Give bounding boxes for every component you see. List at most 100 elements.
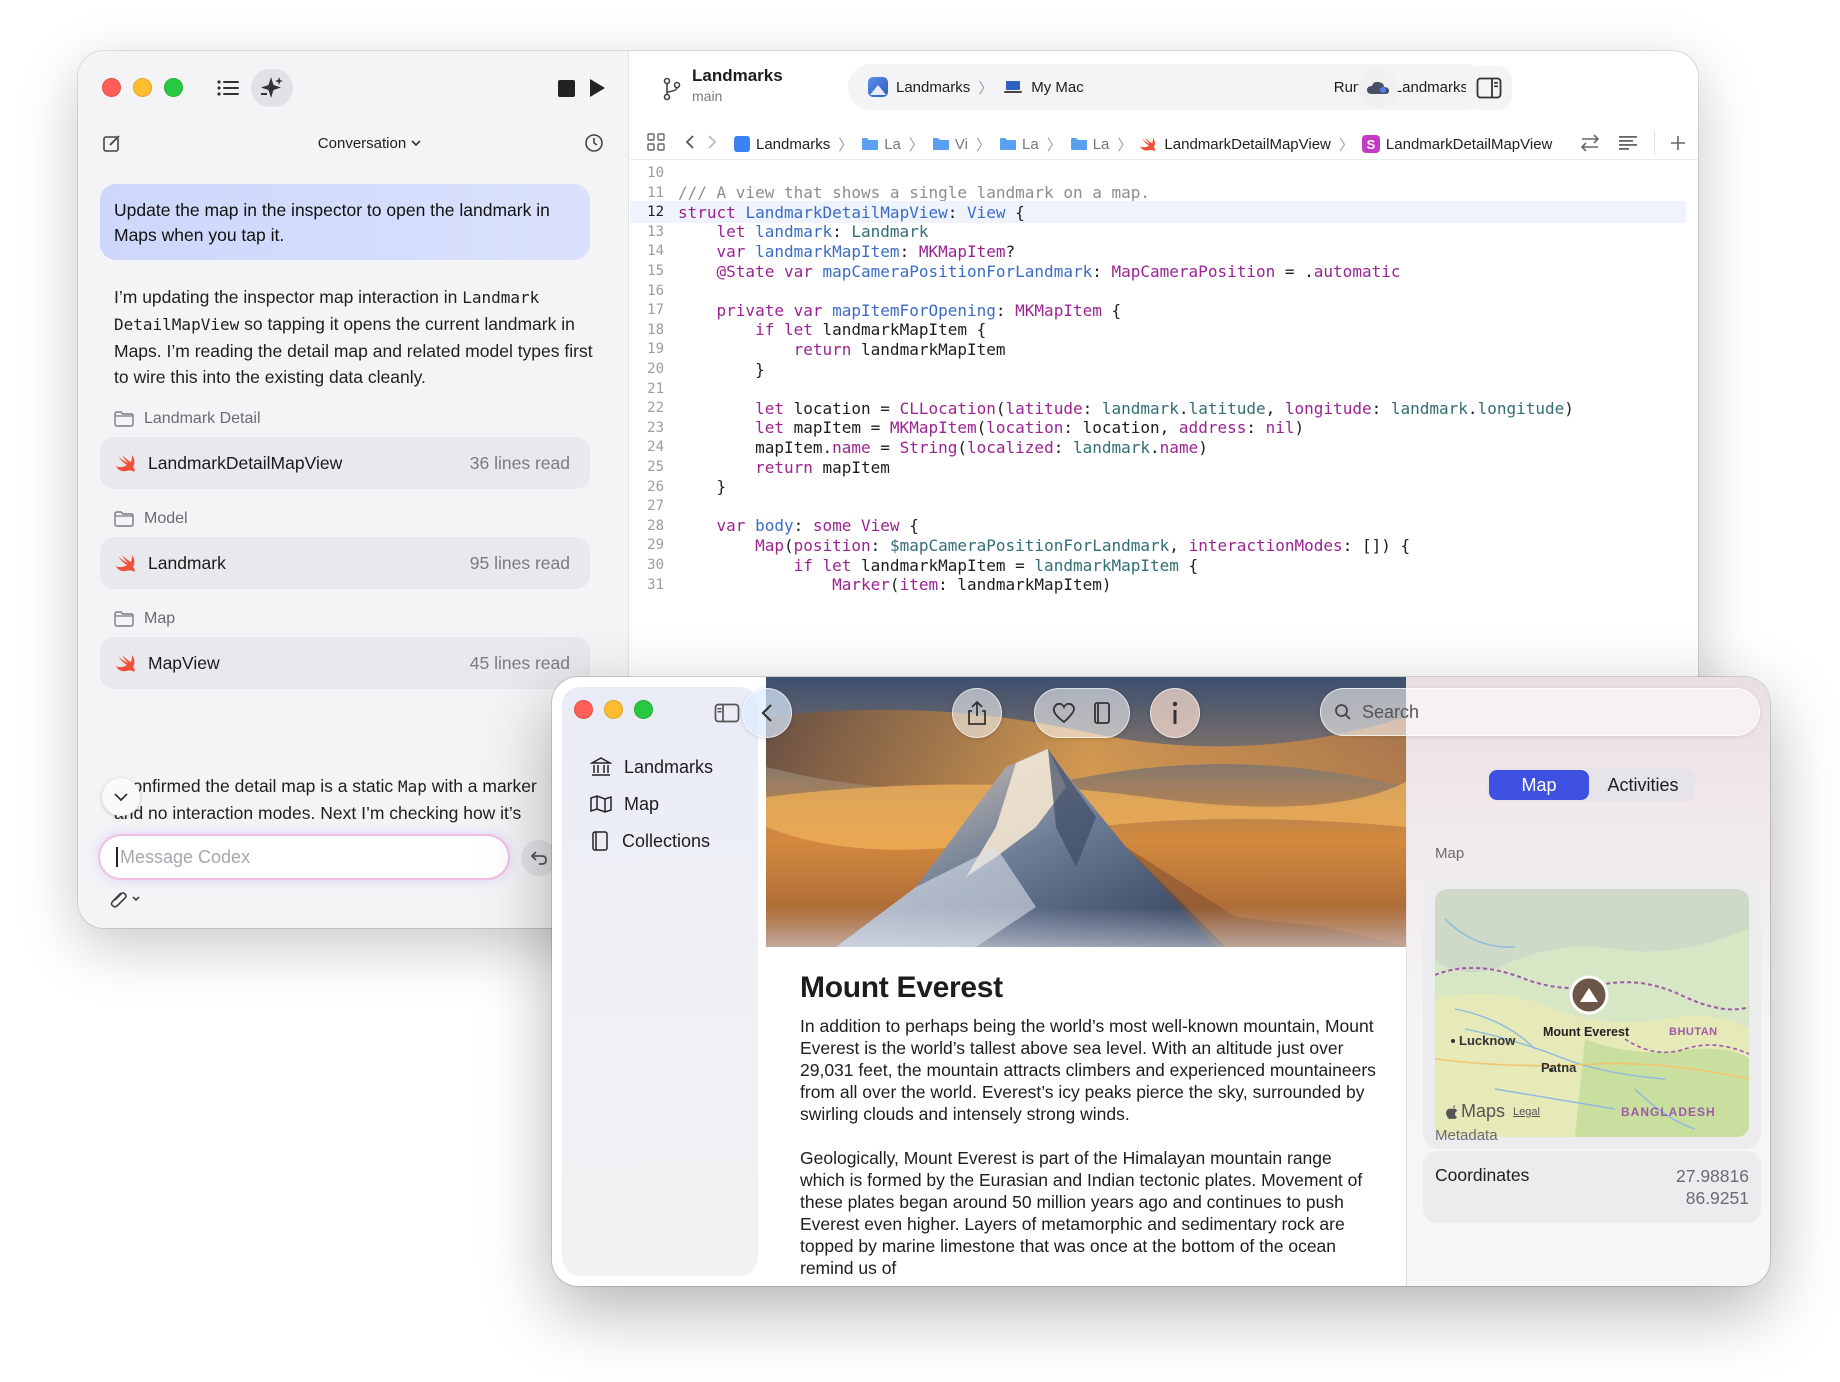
landmarks-app-window: Landmarks Map Collections Mount Everest …: [552, 677, 1770, 1286]
back-button[interactable]: [742, 688, 792, 738]
zoom-window-button[interactable]: [634, 700, 653, 719]
forward-chevron-icon[interactable]: [703, 131, 721, 153]
project-name: Landmarks: [692, 66, 783, 85]
breadcrumb-item[interactable]: La: [999, 136, 1039, 153]
fade-overlay: [78, 821, 628, 837]
destination-selector[interactable]: My Mac: [1003, 79, 1084, 96]
file-read-card[interactable]: Landmark 95 lines read: [100, 537, 590, 589]
book-icon: [592, 831, 608, 851]
favorite-collection-group: [1034, 688, 1130, 738]
building-columns-icon: [590, 757, 612, 776]
code-token: View: [967, 202, 1006, 222]
user-message-bubble: Update the map in the inspector to open …: [100, 184, 590, 260]
zoom-window-button[interactable]: [164, 78, 183, 97]
scroll-to-bottom-button[interactable]: [102, 778, 140, 816]
navigator-list-icon[interactable]: [212, 73, 244, 103]
compare-arrows-icon[interactable]: [1578, 131, 1602, 155]
back-chevron-icon[interactable]: [681, 131, 699, 153]
line-number: 24: [647, 439, 664, 456]
tab-activities[interactable]: Activities: [1593, 770, 1693, 800]
code-token: .: [1467, 398, 1478, 418]
favorite-button[interactable]: [1052, 702, 1076, 724]
code-token: :: [1082, 398, 1102, 418]
line-number: 20: [647, 361, 664, 377]
code-token: location =: [793, 398, 900, 418]
code-token: MKMapItem: [918, 241, 1006, 261]
swift-icon: [116, 555, 135, 572]
landmark-map[interactable]: Lucknow Mount Everest BHUTAN Patna BANGL…: [1435, 889, 1749, 1137]
sidebar-item-collections[interactable]: Collections: [590, 827, 710, 855]
code-token: (: [957, 437, 967, 457]
cloud-status-icon[interactable]: [1358, 68, 1398, 108]
line-number: 18: [647, 321, 664, 338]
code-token: latitude: [1188, 398, 1266, 418]
breadcrumb-item[interactable]: Vi: [932, 136, 968, 153]
code-token: {: [899, 516, 919, 536]
map-label-bhutan: BHUTAN: [1669, 1026, 1718, 1038]
stop-button[interactable]: [553, 75, 579, 101]
breadcrumb-item[interactable]: La: [861, 136, 901, 153]
minimize-window-button[interactable]: [133, 78, 152, 97]
window-controls: [574, 700, 653, 719]
map-label-lucknow: Lucknow: [1459, 1033, 1516, 1048]
legal-link[interactable]: Legal: [1513, 1106, 1540, 1118]
message-input[interactable]: Message Codex: [100, 836, 508, 878]
tab-map[interactable]: Map: [1489, 770, 1589, 800]
share-button[interactable]: [952, 688, 1002, 738]
search-input[interactable]: Search: [1320, 688, 1760, 736]
code-token: landmarkMapItem: [755, 241, 900, 261]
line-number: 10: [647, 165, 664, 181]
laptop-icon: [1004, 81, 1023, 93]
breadcrumb-item[interactable]: Landmarks: [734, 136, 830, 153]
code-token: CLLocation: [899, 398, 996, 418]
sidebar-toggle-icon[interactable]: [712, 701, 742, 725]
file-read-card[interactable]: LandmarkDetailMapView 36 lines read: [100, 437, 590, 489]
close-window-button[interactable]: [102, 78, 121, 97]
file-read-card[interactable]: MapView 45 lines read: [100, 637, 590, 689]
coding-assistant-sparkle-icon[interactable]: [251, 69, 293, 107]
editor-options-lines-icon[interactable]: [1616, 131, 1640, 155]
breadcrumb-item[interactable]: La: [1070, 136, 1109, 153]
code-token: = .: [1275, 261, 1314, 281]
close-window-button[interactable]: [574, 700, 593, 719]
share-icon: [968, 700, 986, 725]
code-token: location: [986, 418, 1064, 438]
coordinates-row: Coordinates 27.98816 86.9251: [1423, 1151, 1761, 1223]
breadcrumb-item[interactable]: S LandmarkDetailMapView: [1361, 135, 1552, 153]
sidebar: Landmarks Map Collections: [562, 687, 758, 1276]
inspector-toggle-icon[interactable]: [1466, 66, 1512, 110]
run-button[interactable]: [584, 75, 610, 101]
branch-icon[interactable]: [658, 75, 686, 103]
code-token: landmark: [1072, 437, 1151, 457]
sidebar-item-landmarks[interactable]: Landmarks: [590, 753, 713, 781]
group-label-text: Model: [144, 510, 188, 527]
code-token: let: [716, 222, 756, 242]
related-items-grid-icon[interactable]: [645, 131, 667, 153]
chevron-left-icon: [761, 704, 772, 722]
breadcrumb-label: Landmarks: [756, 135, 831, 153]
branch-name[interactable]: main: [692, 88, 722, 104]
scheme-selector[interactable]: Landmarks 〉: [868, 77, 993, 98]
attach-paperclip-icon[interactable]: [104, 887, 146, 911]
add-to-collection-button[interactable]: [1092, 701, 1112, 725]
line-number: 13: [647, 223, 664, 240]
folder-icon: [114, 411, 134, 427]
code-token: }: [678, 359, 765, 379]
minimize-window-button[interactable]: [604, 700, 623, 719]
line-number: 12: [647, 204, 664, 221]
code-token: .: [1178, 398, 1189, 418]
breadcrumb-item[interactable]: LandmarkDetailMapView: [1140, 136, 1331, 153]
code-token: ): [1564, 398, 1574, 418]
new-conversation-icon[interactable]: [100, 131, 124, 155]
code-token: (: [889, 575, 900, 595]
info-button[interactable]: [1150, 688, 1200, 738]
add-editor-plus-icon[interactable]: [1666, 131, 1690, 155]
sidebar-item-map[interactable]: Map: [590, 790, 659, 818]
code-token: landmark: [1101, 398, 1179, 418]
history-clock-icon[interactable]: [582, 131, 606, 155]
code-line[interactable]: 31 Marker(item: landmarkMapItem): [630, 574, 1686, 596]
conversation-menu[interactable]: Conversation: [300, 131, 440, 155]
folder-icon: [932, 138, 949, 150]
